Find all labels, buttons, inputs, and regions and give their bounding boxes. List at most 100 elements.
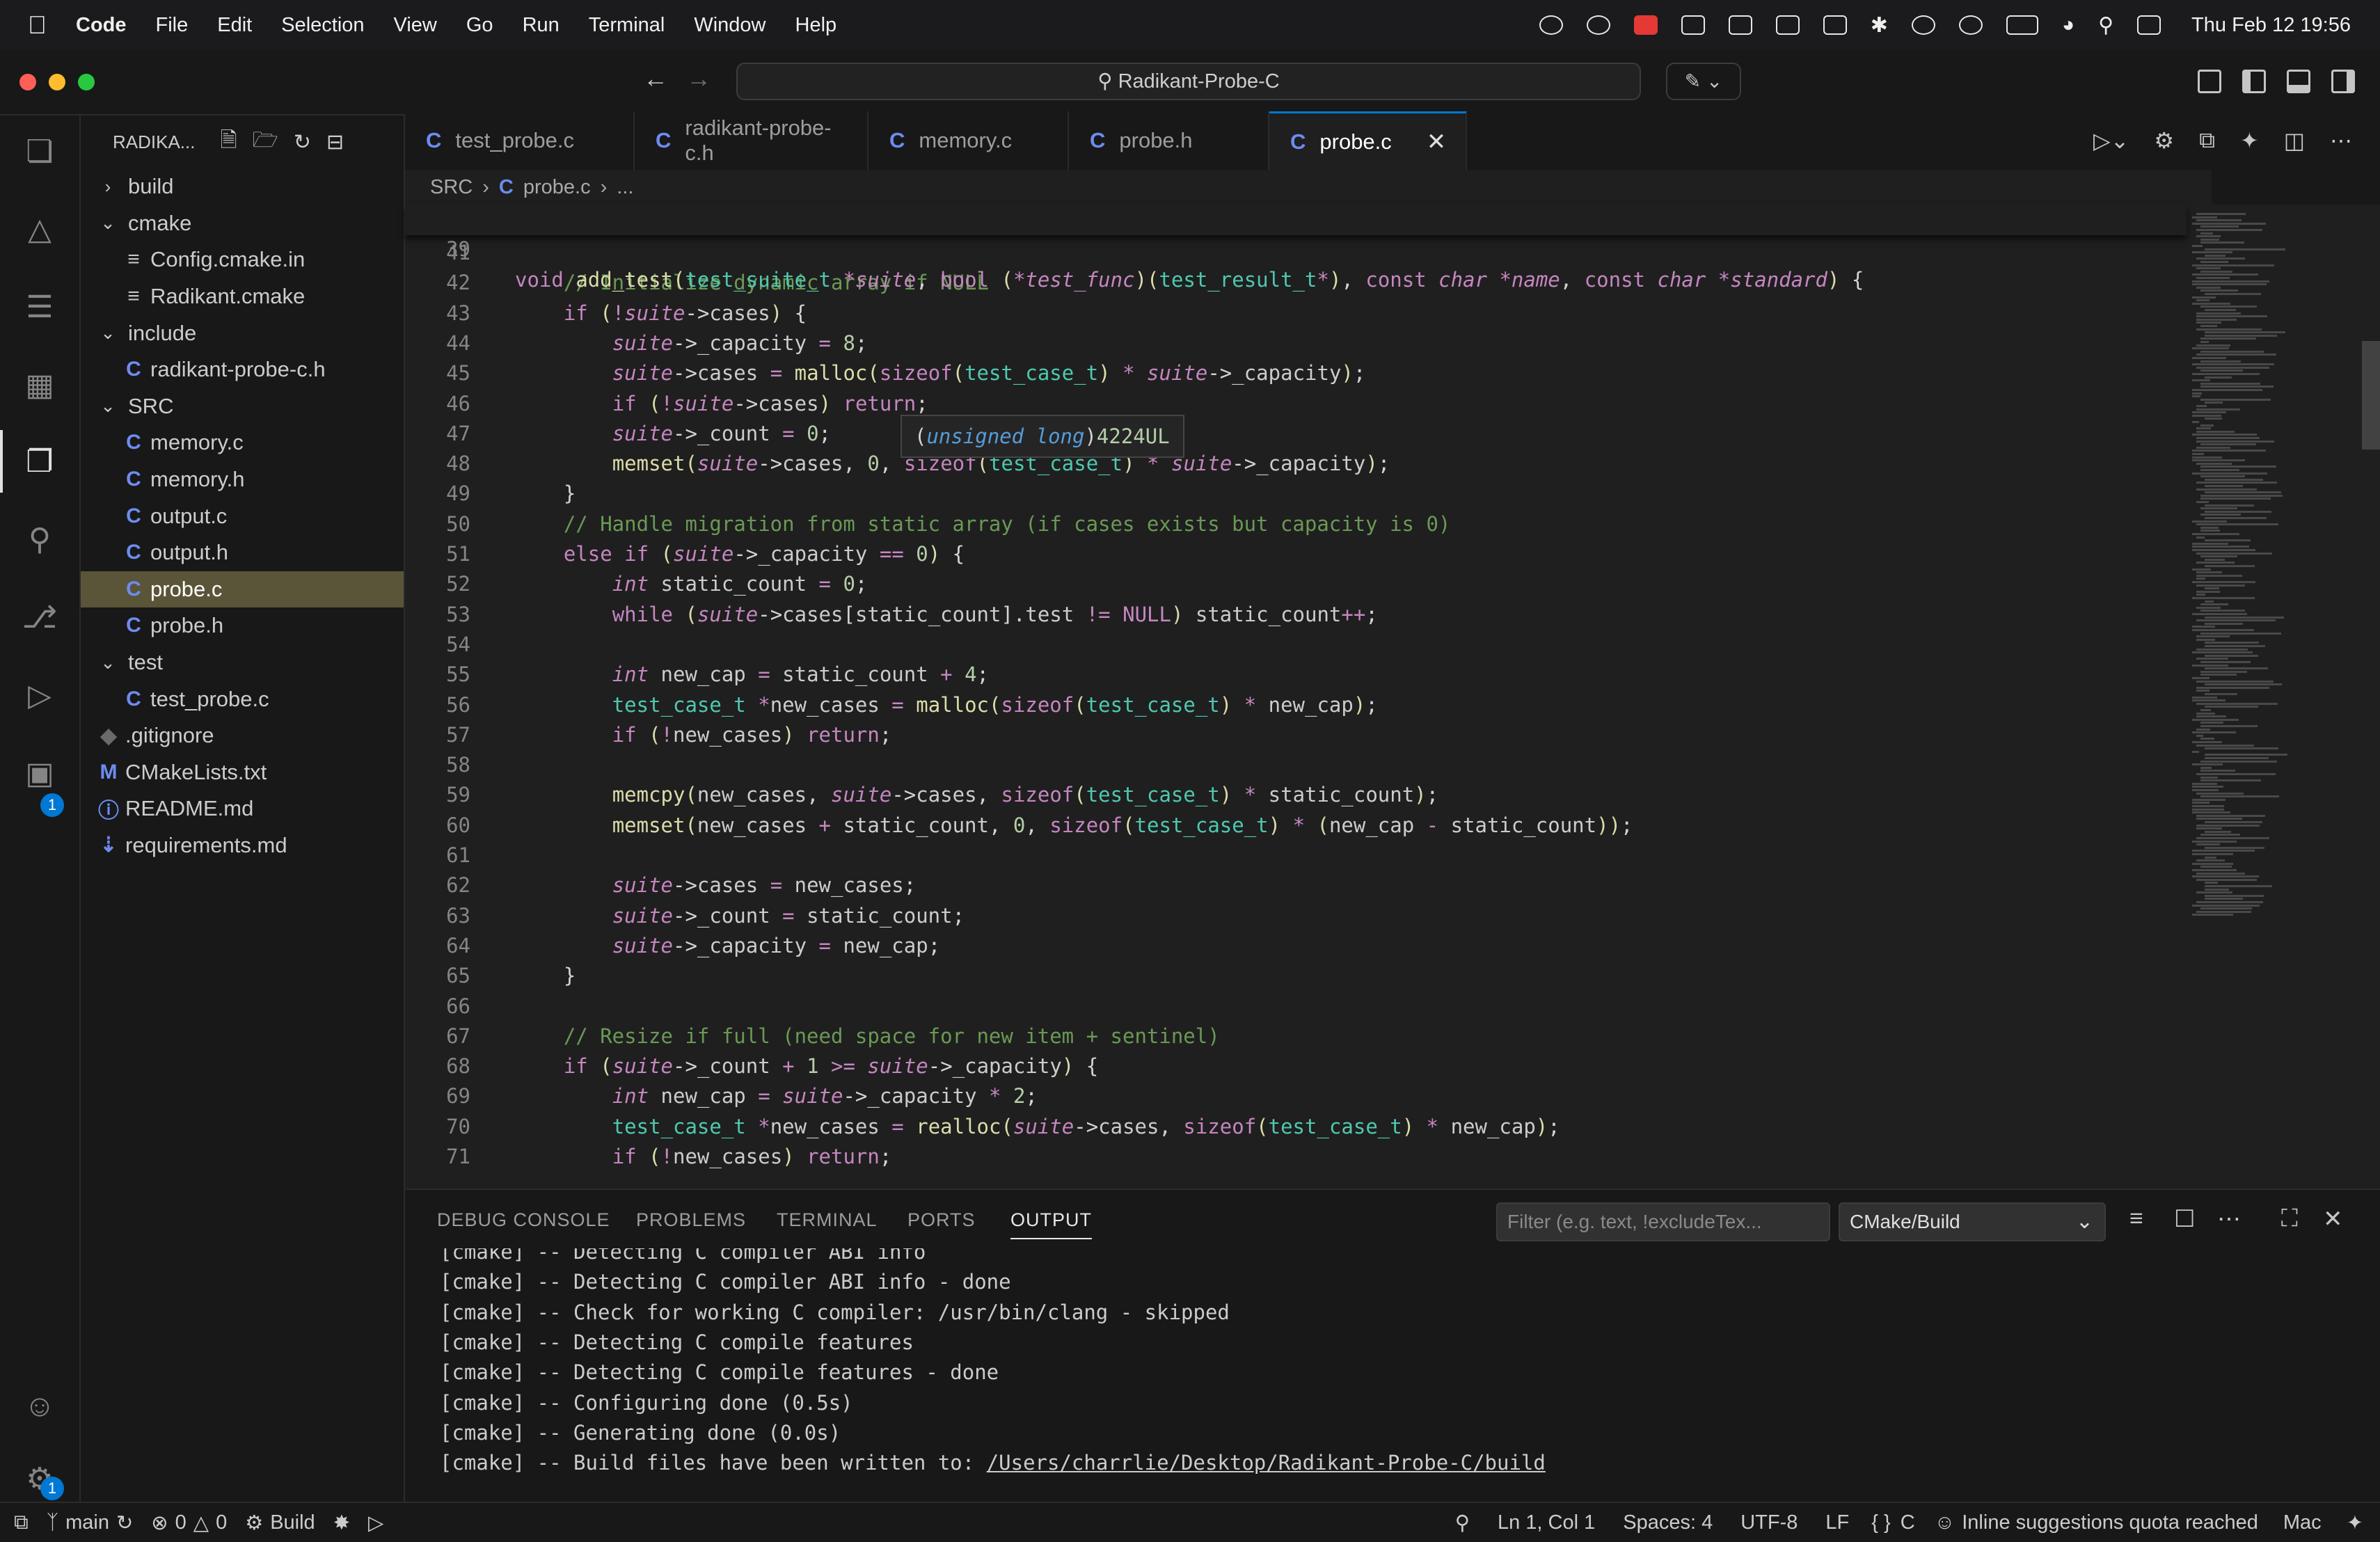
extensions-icon[interactable]: ▣ <box>14 747 65 799</box>
customize-layout-icon[interactable] <box>2198 70 2221 93</box>
build-button[interactable]: ⚙ Build <box>245 1511 315 1535</box>
tree-folder[interactable]: ⌄ SRC <box>81 388 404 425</box>
menu-go[interactable]: Go <box>466 14 493 37</box>
copilot-sparkle-icon[interactable]: ✦ <box>2347 1511 2363 1535</box>
tab-probe-c[interactable]: Cprobe.c ✕ <box>1269 111 1467 170</box>
copilot-chat-button[interactable]: ✎ ⌄ <box>1666 63 1741 100</box>
remote-indicator-icon[interactable]: ⧉ <box>14 1511 29 1534</box>
tab-radikant-probe-c-h[interactable]: Cradikant-probe-c.h <box>635 111 868 170</box>
tree-file[interactable]: ≡ Radikant.cmake <box>81 278 404 315</box>
tree-file[interactable]: ⇣ requirements.md <box>81 827 404 864</box>
battery-icon[interactable] <box>2006 15 2038 35</box>
accounts-icon[interactable]: ☺ <box>14 1381 65 1432</box>
tab-probe-h[interactable]: Cprobe.h <box>1069 111 1269 170</box>
run-play-icon[interactable]: ▷ <box>368 1511 383 1535</box>
tree-file[interactable]: M CMakeLists.txt <box>81 754 404 791</box>
drive-icon[interactable] <box>1681 15 1705 35</box>
close-tab-icon[interactable]: ✕ <box>1427 128 1447 156</box>
spotlight-search-icon[interactable]: ⚲ <box>2098 13 2113 38</box>
toggle-panel-icon[interactable] <box>2287 70 2310 93</box>
explorer-icon[interactable]: ❏ <box>14 125 65 177</box>
settings-gear-icon[interactable]: ⚙ <box>2154 127 2174 154</box>
open-changes-icon[interactable]: ⧉ <box>2199 127 2215 154</box>
tree-file[interactable]: Cradikant-probe-c.h <box>81 351 404 388</box>
run-debug-icon[interactable]: ▷ <box>14 669 65 721</box>
tree-folder[interactable]: ⌄ include <box>81 315 404 351</box>
new-folder-icon[interactable]: 🗁 <box>253 125 278 160</box>
tab-memory-c[interactable]: Cmemory.c <box>868 111 1069 170</box>
platform[interactable]: Mac <box>2283 1511 2322 1534</box>
control-center-icon[interactable] <box>2137 15 2161 35</box>
wifi-icon[interactable]: ◕ <box>2062 13 2074 37</box>
menu-view[interactable]: View <box>394 14 437 37</box>
menu-run[interactable]: Run <box>523 14 560 37</box>
tree-file[interactable]: ⓘ README.md <box>81 790 404 827</box>
breadcrumb-symbol[interactable]: ... <box>617 176 633 199</box>
files-icon[interactable]: ❐ <box>14 436 65 487</box>
menu-app-name[interactable]: Code <box>76 14 127 37</box>
tree-file[interactable]: Cprobe.c <box>81 571 404 608</box>
minimap[interactable] <box>2187 205 2361 1232</box>
code-editor[interactable]: 41 42 // Initialize dynamic array if NULL… <box>405 205 2187 1232</box>
back-arrow-icon[interactable]: ← <box>643 64 668 93</box>
play-circle-icon[interactable] <box>1911 15 1935 35</box>
copilot-status[interactable]: ☺ Inline suggestions quota reached <box>1935 1511 2258 1534</box>
line-endings[interactable]: LF <box>1825 1511 1849 1534</box>
tree-file[interactable]: Ctest_probe.c <box>81 681 404 717</box>
minimize-window-button[interactable] <box>49 74 65 90</box>
menu-selection[interactable]: Selection <box>281 14 364 37</box>
output-filter-input[interactable]: Filter (e.g. text, !excludeTex... <box>1496 1202 1830 1241</box>
tree-folder[interactable]: ⌄ cmake <box>81 205 404 242</box>
close-window-button[interactable] <box>19 74 36 90</box>
output-channel-select[interactable]: CMake/Build ⌄ <box>1839 1202 2106 1241</box>
clear-output-icon[interactable]: ≡ <box>2129 1205 2143 1232</box>
tree-file[interactable]: Coutput.h <box>81 534 404 571</box>
toggle-secondary-sidebar-icon[interactable] <box>2331 70 2355 93</box>
user-circle-icon[interactable] <box>1958 15 1983 35</box>
menu-edit[interactable]: Edit <box>217 14 252 37</box>
task-list-icon[interactable]: ☰ <box>14 281 65 333</box>
lock-scroll-icon[interactable]: ☐ <box>2174 1205 2195 1233</box>
grid-app-icon[interactable] <box>1775 15 1800 35</box>
tab-ports[interactable]: PORTS <box>907 1209 976 1231</box>
split-editor-icon[interactable]: ◫ <box>2284 127 2305 154</box>
apple-icon[interactable]:  <box>28 10 47 40</box>
tree-folder[interactable]: › build <box>81 168 404 205</box>
copilot-sparkle-icon[interactable]: ✦ <box>2240 127 2259 154</box>
collapse-all-icon[interactable]: ⊟ <box>326 130 344 154</box>
tree-file[interactable]: ◆ .gitignore <box>81 717 404 754</box>
remote-explorer-icon[interactable]: ▦ <box>14 359 65 411</box>
zoom-icon[interactable]: ⚲ <box>1455 1511 1470 1535</box>
indentation[interactable]: Spaces: 4 <box>1623 1511 1713 1534</box>
toggle-sidebar-icon[interactable] <box>2242 70 2266 93</box>
ai-agent-icon[interactable]: △ <box>14 203 65 255</box>
more-actions-icon[interactable]: ⋯ <box>2330 127 2352 154</box>
tree-file[interactable]: Cmemory.h <box>81 461 404 498</box>
forward-arrow-icon[interactable]: → <box>686 64 711 93</box>
output-log[interactable]: [cmake] -- Detecting C compiler ABI info… <box>405 1248 2354 1493</box>
chatgpt-icon[interactable] <box>1539 15 1563 35</box>
command-center-search[interactable]: ⚲ Radikant-Probe-C <box>736 63 1641 100</box>
display-icon[interactable] <box>1823 15 1847 35</box>
sticky-scroll-header[interactable]: 39 void add_test(test_suite_t *suite, bo… <box>405 205 2187 292</box>
language-mode[interactable]: C <box>1901 1511 1915 1534</box>
tree-file[interactable]: Coutput.c <box>81 498 404 534</box>
tab-terminal[interactable]: TERMINAL <box>777 1209 878 1231</box>
tab-debug-console[interactable]: DEBUG CONSOLE <box>437 1209 610 1231</box>
tree-file[interactable]: Cmemory.c <box>81 424 404 461</box>
menu-help[interactable]: Help <box>795 14 837 37</box>
new-file-icon[interactable]: 🗎 <box>220 125 237 160</box>
cursor-position[interactable]: Ln 1, Col 1 <box>1498 1511 1595 1534</box>
run-debug-dropdown-icon[interactable]: ▷⌄ <box>2093 127 2129 154</box>
editor-scrollbar[interactable] <box>2359 205 2380 1232</box>
branch-indicator[interactable]: ᛉ main ↻ <box>47 1511 134 1535</box>
breadcrumb-file[interactable]: probe.c <box>523 176 591 199</box>
scrollbar-thumb[interactable] <box>2362 341 2380 450</box>
tab-test-probe-c[interactable]: Ctest_probe.c <box>405 111 635 170</box>
source-control-icon[interactable]: ⎇ <box>14 591 65 643</box>
status-circle-icon[interactable] <box>1586 15 1610 35</box>
breadcrumb-folder[interactable]: SRC <box>430 176 473 199</box>
menubar-clock[interactable]: Thu Feb 12 19:56 <box>2191 14 2351 37</box>
tree-folder[interactable]: ⌄ test <box>81 644 404 681</box>
menu-window[interactable]: Window <box>694 14 765 37</box>
